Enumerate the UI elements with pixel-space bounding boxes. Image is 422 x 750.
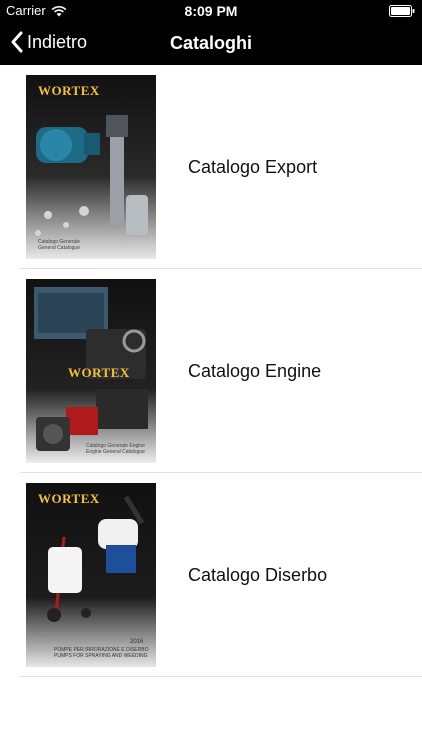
status-time: 8:09 PM [184, 3, 238, 19]
page-title: Cataloghi [169, 33, 252, 53]
catalog-list: WORTEX Catalogo Generale General Catalog… [0, 65, 422, 677]
cover-year: 2016 [130, 639, 144, 645]
catalog-cover-image: WORTEX Catalogo Generale Engine Engine G… [26, 279, 156, 463]
pump-illustration [26, 75, 156, 259]
catalog-row-label: Catalogo Diserbo [188, 565, 328, 585]
cover-brand: WORTEX [38, 83, 100, 98]
top-bar: Carrier 8:09 PM Indietro Cataloghi [0, 0, 422, 65]
cover-caption: Engine General Catalogue [86, 449, 145, 455]
cover-caption: General Catalogue [38, 245, 80, 251]
battery-icon [389, 5, 415, 17]
cover-brand: WORTEX [68, 365, 130, 380]
catalog-cover-image: WORTEX 2016 POMPE PER IRRORAZIONE E DISE… [26, 483, 156, 667]
catalog-row-engine[interactable]: WORTEX Catalogo Generale Engine Engine G… [0, 269, 422, 473]
cover-caption: PUMPS FOR SPRAYING AND WEEDING [54, 653, 148, 659]
catalog-cover-image: WORTEX Catalogo Generale General Catalog… [26, 75, 156, 259]
navigation-bar: Indietro Cataloghi [0, 22, 422, 65]
catalog-row-diserbo[interactable]: WORTEX 2016 POMPE PER IRRORAZIONE E DISE… [0, 473, 422, 677]
status-bar: Carrier 8:09 PM [0, 0, 422, 22]
cover-brand: WORTEX [38, 491, 100, 506]
catalog-row-export[interactable]: WORTEX Catalogo Generale General Catalog… [0, 65, 422, 269]
row-divider [20, 676, 422, 677]
catalog-row-label: Catalogo Export [188, 157, 318, 177]
catalog-row-label: Catalogo Engine [188, 361, 322, 381]
